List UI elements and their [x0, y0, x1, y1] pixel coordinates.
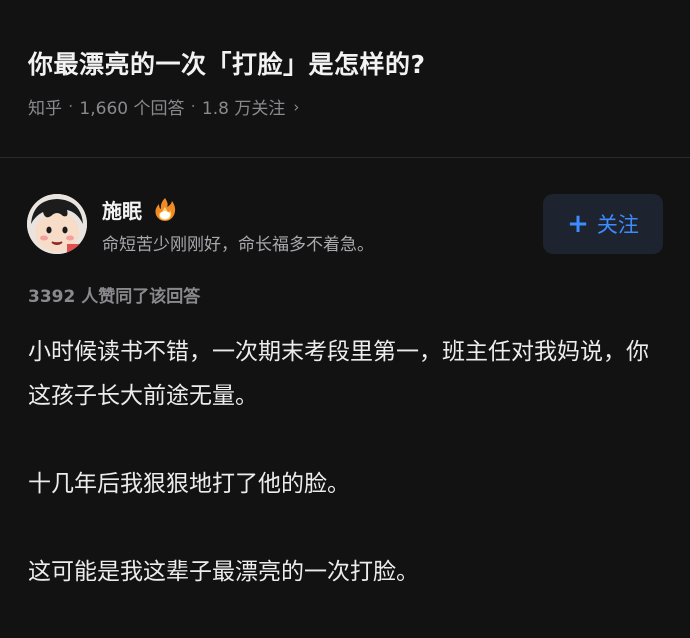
question-title[interactable]: 你最漂亮的一次「打脸」是怎样的?	[28, 40, 662, 90]
plus-icon: +	[567, 209, 589, 239]
follow-label: 关注	[596, 213, 639, 237]
question-header: 你最漂亮的一次「打脸」是怎样的? 知乎 · 1,660 个回答 · 1.8 万关…	[28, 40, 662, 119]
author-name-row: 施眠	[102, 194, 178, 224]
avatar[interactable]	[27, 194, 87, 254]
source-label: 知乎	[28, 99, 62, 119]
answer-count: 1,660 个回答	[79, 99, 185, 119]
follow-button[interactable]: + 关注	[543, 194, 663, 254]
section-divider	[0, 157, 690, 158]
answer-paragraph: 十几年后我狠狠地打了他的脸。	[28, 471, 350, 497]
author-row: 施眠 命短苦少刚刚好，命长福多不着急。 + 关注	[27, 194, 663, 258]
question-meta[interactable]: 知乎 · 1,660 个回答 · 1.8 万关注 ›	[28, 94, 662, 120]
answer-paragraph: 这可能是我这辈子最漂亮的一次打脸。	[28, 559, 419, 585]
chevron-right-icon[interactable]: ›	[293, 98, 299, 116]
answer-content: 小时候读书不错，一次期末考段里第一，班主任对我妈说，你这孩子长大前途无量。 十几…	[28, 330, 662, 638]
author-bio: 命短苦少刚刚好，命长福多不着急。	[102, 235, 374, 255]
meta-separator: ·	[190, 96, 196, 117]
vote-count: 3392 人赞同了该回答	[28, 287, 201, 307]
author-name[interactable]: 施眠	[102, 195, 142, 224]
meta-separator: ·	[68, 96, 74, 117]
flame-badge-icon	[152, 196, 178, 222]
answer-paragraph: 小时候读书不错，一次期末考段里第一，班主任对我妈说，你这孩子长大前途无量。	[28, 339, 649, 409]
follower-count: 1.8 万关注	[201, 99, 286, 119]
